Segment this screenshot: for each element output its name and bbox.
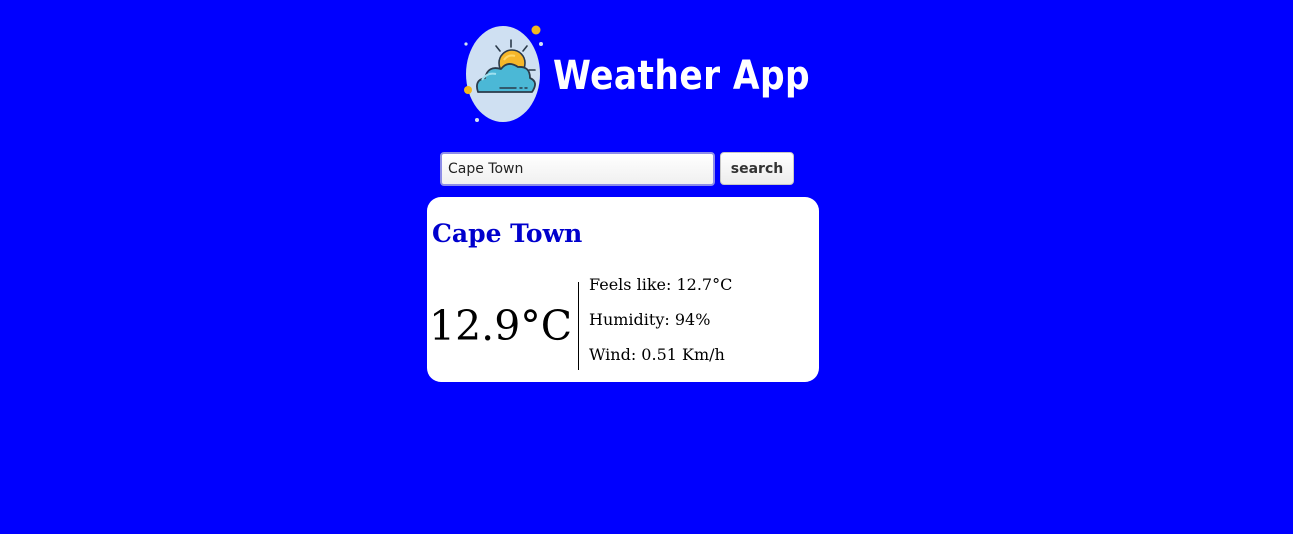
divider	[578, 282, 579, 370]
app-header: Weather App	[460, 20, 810, 130]
city-name: Cape Town	[432, 219, 583, 248]
feels-like: Feels like: 12.7°C	[589, 275, 733, 294]
weather-card: Cape Town 12.9°C Feels like: 12.7°C Humi…	[427, 197, 819, 382]
wind-speed: Wind: 0.51 Km/h	[589, 345, 725, 364]
weather-cloud-sun-icon	[464, 25, 543, 122]
search-input[interactable]	[440, 152, 715, 186]
app-title: Weather App	[553, 53, 811, 99]
humidity: Humidity: 94%	[589, 310, 711, 329]
search-button[interactable]: search	[720, 152, 794, 185]
current-temperature: 12.9°C	[429, 302, 573, 350]
weather-details: Feels like: 12.7°C Humidity: 94% Wind: 0…	[589, 272, 732, 377]
